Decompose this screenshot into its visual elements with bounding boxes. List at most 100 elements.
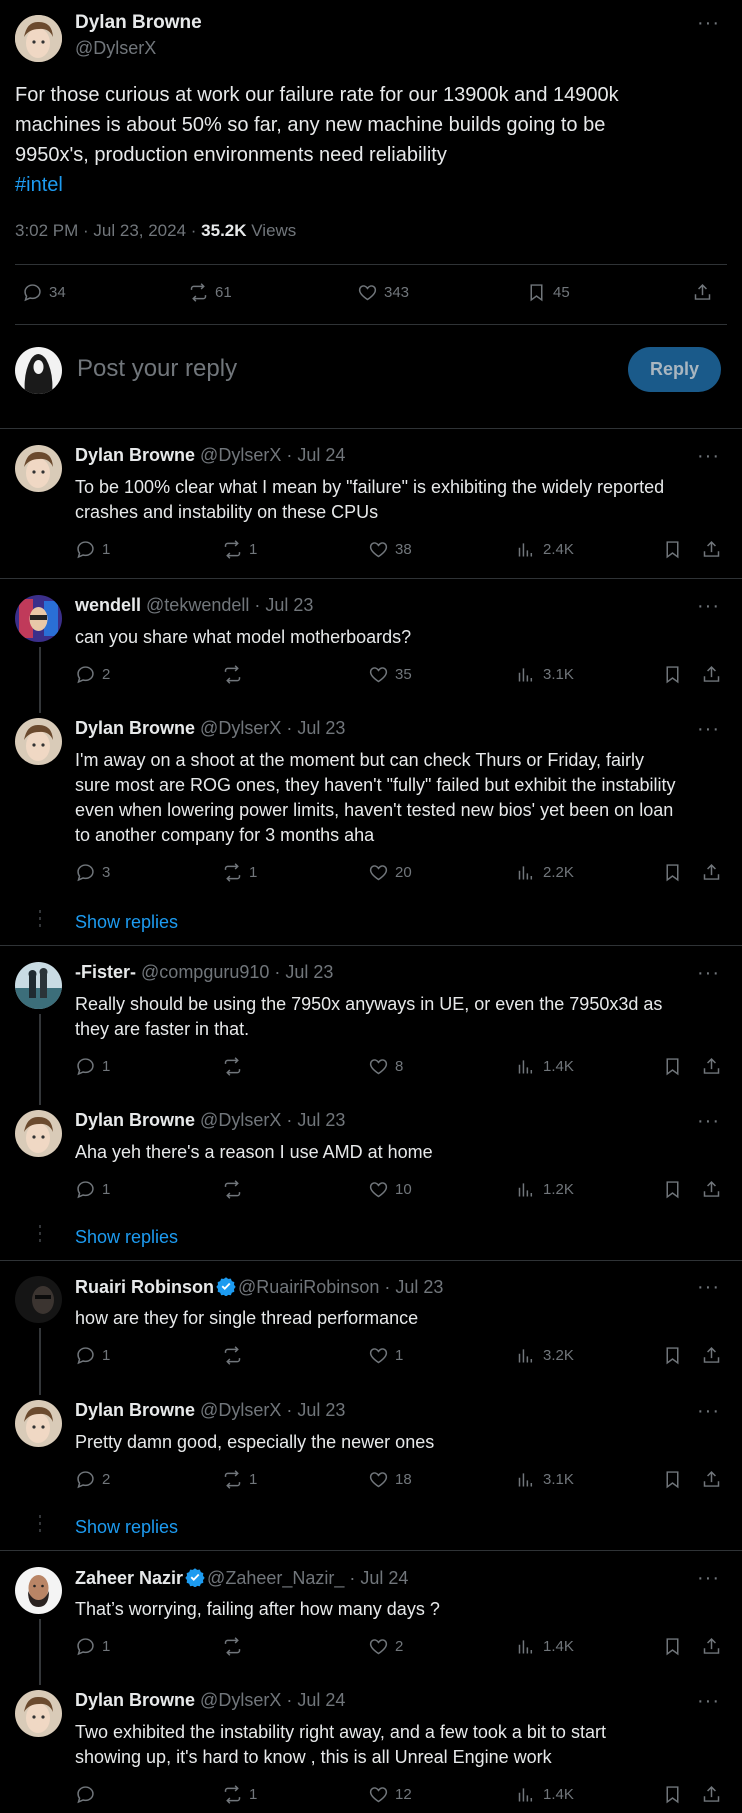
like-action[interactable]: 18 (368, 1469, 412, 1490)
show-replies-link[interactable]: Show replies (75, 912, 178, 933)
reply-avatar[interactable] (15, 1567, 62, 1614)
bookmark-action[interactable]: 45 (526, 282, 570, 303)
reply-author-handle[interactable]: @DylserX · Jul 23 (200, 1400, 345, 1420)
repost-action[interactable]: 1 (222, 539, 257, 560)
reply-avatar[interactable] (15, 718, 62, 765)
share-action[interactable] (701, 664, 722, 685)
reply-author-handle[interactable]: @DylserX · Jul 23 (200, 1110, 345, 1130)
views-action[interactable]: 1.2K (516, 1179, 574, 1200)
reply-action[interactable]: 34 (22, 282, 66, 303)
repost-action[interactable]: 61 (188, 282, 232, 303)
share-action[interactable] (701, 1469, 722, 1490)
more-options-icon[interactable]: ··· (697, 1567, 720, 1590)
reply-author-handle[interactable]: @Zaheer_Nazir_ · Jul 24 (207, 1568, 408, 1588)
share-action[interactable] (692, 282, 713, 303)
more-options-icon[interactable]: ··· (697, 12, 720, 35)
reply-action[interactable]: 2 (75, 664, 110, 685)
bookmark-action[interactable] (662, 1636, 683, 1657)
reply-avatar[interactable] (15, 1400, 62, 1447)
more-options-icon[interactable]: ··· (697, 962, 720, 985)
views-action[interactable]: 1.4K (516, 1636, 574, 1657)
like-action[interactable]: 12 (368, 1784, 412, 1805)
post-time[interactable]: 3:02 PM · Jul 23, 2024 · (15, 221, 201, 240)
reply-author-handle[interactable]: @RuairiRobinson · Jul 23 (238, 1277, 443, 1297)
bookmark-action[interactable] (662, 1469, 683, 1490)
reply-action[interactable]: 1 (75, 1179, 110, 1200)
more-options-icon[interactable]: ··· (697, 1276, 720, 1299)
more-options-icon[interactable]: ··· (697, 445, 720, 468)
reply-action[interactable] (75, 1784, 102, 1805)
views-action[interactable]: 3.2K (516, 1345, 574, 1366)
author-handle[interactable]: @DylserX (75, 38, 156, 59)
like-action[interactable]: 2 (368, 1636, 403, 1657)
show-replies-link[interactable]: Show replies (75, 1517, 178, 1538)
reply-button[interactable]: Reply (628, 347, 721, 392)
reply-author-name[interactable]: Dylan Browne (75, 718, 195, 738)
like-action[interactable]: 10 (368, 1179, 412, 1200)
like-action[interactable]: 20 (368, 862, 412, 883)
reply-action[interactable]: 1 (75, 1345, 110, 1366)
bookmark-action[interactable] (662, 1056, 683, 1077)
repost-action[interactable] (222, 1345, 249, 1366)
reply-author-name[interactable]: Zaheer Nazir (75, 1568, 183, 1588)
like-action[interactable]: 35 (368, 664, 412, 685)
reply-action[interactable]: 1 (75, 1636, 110, 1657)
like-action[interactable]: 38 (368, 539, 412, 560)
share-action[interactable] (701, 1636, 722, 1657)
reply-action[interactable]: 1 (75, 539, 110, 560)
views-action[interactable]: 1.4K (516, 1056, 574, 1077)
author-name[interactable]: Dylan Browne (75, 12, 202, 34)
reply-avatar[interactable] (15, 1690, 62, 1737)
views-action[interactable]: 3.1K (516, 1469, 574, 1490)
share-action[interactable] (701, 1784, 722, 1805)
share-action[interactable] (701, 1056, 722, 1077)
bookmark-action[interactable] (662, 1784, 683, 1805)
like-action[interactable]: 8 (368, 1056, 403, 1077)
reply-author-name[interactable]: Ruairi Robinson (75, 1277, 214, 1297)
reply-avatar[interactable] (15, 962, 62, 1009)
reply-author-handle[interactable]: @DylserX · Jul 24 (200, 445, 345, 465)
bookmark-action[interactable] (662, 1179, 683, 1200)
more-options-icon[interactable]: ··· (697, 1110, 720, 1133)
repost-action[interactable]: 1 (222, 1469, 257, 1490)
repost-action[interactable]: 1 (222, 862, 257, 883)
bookmark-action[interactable] (662, 539, 683, 560)
reply-action[interactable]: 1 (75, 1056, 110, 1077)
like-action[interactable]: 1 (368, 1345, 403, 1366)
reply-avatar[interactable] (15, 445, 62, 492)
repost-action[interactable] (222, 1179, 249, 1200)
reply-author-handle[interactable]: @DylserX · Jul 23 (200, 718, 345, 738)
more-options-icon[interactable]: ··· (697, 1400, 720, 1423)
repost-action[interactable] (222, 1636, 249, 1657)
share-action[interactable] (701, 1179, 722, 1200)
views-action[interactable]: 2.2K (516, 862, 574, 883)
views-action[interactable]: 3.1K (516, 664, 574, 685)
share-action[interactable] (701, 862, 722, 883)
reply-action[interactable]: 2 (75, 1469, 110, 1490)
reply-author-handle[interactable]: @tekwendell · Jul 23 (146, 595, 313, 615)
reply-avatar[interactable] (15, 1110, 62, 1157)
reply-input[interactable]: Post your reply (77, 355, 237, 383)
more-options-icon[interactable]: ··· (697, 1690, 720, 1713)
reply-action[interactable]: 3 (75, 862, 110, 883)
reply-author-name[interactable]: Dylan Browne (75, 445, 195, 465)
hashtag-link[interactable]: #intel (15, 170, 619, 200)
views-action[interactable]: 1.4K (516, 1784, 574, 1805)
repost-action[interactable]: 1 (222, 1784, 257, 1805)
reply-author-name[interactable]: wendell (75, 595, 141, 615)
like-action[interactable]: 343 (357, 282, 409, 303)
share-action[interactable] (701, 1345, 722, 1366)
bookmark-action[interactable] (662, 862, 683, 883)
reply-author-name[interactable]: Dylan Browne (75, 1690, 195, 1710)
bookmark-action[interactable] (662, 1345, 683, 1366)
more-options-icon[interactable]: ··· (697, 718, 720, 741)
bookmark-action[interactable] (662, 664, 683, 685)
views-action[interactable]: 2.4K (516, 539, 574, 560)
reply-author-handle[interactable]: @DylserX · Jul 24 (200, 1690, 345, 1710)
reply-author-handle[interactable]: @compguru910 · Jul 23 (141, 962, 333, 982)
more-options-icon[interactable]: ··· (697, 595, 720, 618)
reply-author-name[interactable]: -Fister- (75, 962, 136, 982)
reply-avatar[interactable] (15, 1276, 62, 1323)
author-avatar[interactable] (15, 15, 62, 62)
share-action[interactable] (701, 539, 722, 560)
